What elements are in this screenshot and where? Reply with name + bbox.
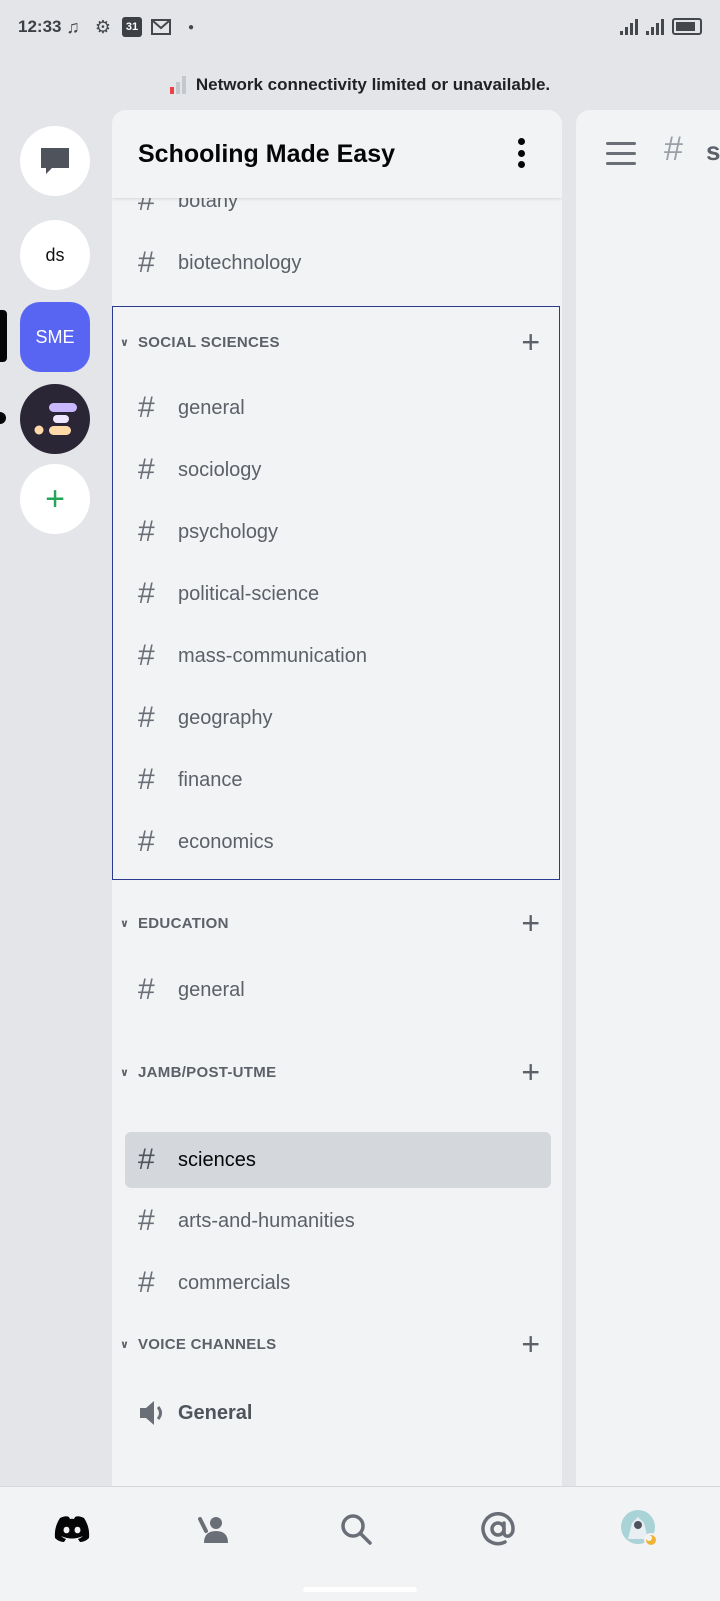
channel-item[interactable]: # finance — [138, 765, 243, 795]
hash-icon: # — [138, 391, 155, 424]
channel-name: general — [178, 978, 245, 1001]
friends-icon[interactable] — [192, 1507, 236, 1551]
hash-icon: # — [138, 825, 155, 858]
dot-icon: ● — [187, 21, 195, 33]
home-indicator[interactable] — [303, 1587, 417, 1592]
direct-messages-icon — [41, 148, 69, 174]
channel-name: economics — [178, 830, 274, 853]
channel-list-panel: Schooling Made Easy # botany # biotechno… — [112, 110, 562, 1486]
hash-icon: # — [138, 639, 155, 672]
hash-icon: # — [138, 1266, 155, 1299]
channel-name: finance — [178, 768, 243, 791]
server-logo-icon — [34, 403, 77, 435]
channel-name: general — [178, 396, 245, 419]
voice-channel-name: General — [178, 1401, 253, 1424]
bottom-navigation — [0, 1486, 720, 1601]
channel-name: mass-communication — [178, 644, 367, 667]
mail-icon — [150, 16, 172, 38]
signal-icon — [620, 18, 638, 35]
status-bar: 12:33 ♫ ⚙ 31 ● — [0, 0, 720, 56]
server-ds-label: ds — [45, 244, 65, 265]
profile-avatar-icon[interactable] — [618, 1507, 662, 1551]
category-name: JAMB/POST-UTME — [138, 1063, 277, 1081]
channel-name: psychology — [178, 520, 279, 543]
channel-item[interactable]: # mass-communication — [138, 641, 367, 671]
hash-icon: # — [138, 246, 155, 279]
channel-item[interactable]: # psychology — [138, 517, 278, 547]
more-options-icon[interactable] — [516, 138, 526, 168]
channel-item-selected[interactable]: # sciences — [138, 1145, 256, 1175]
category-header[interactable]: ∨ VOICE CHANNELS — [120, 1332, 276, 1356]
add-server-icon: + — [45, 480, 65, 518]
discord-home-icon[interactable] — [50, 1507, 94, 1551]
channel-name: biotechnology — [178, 251, 302, 274]
channel-item[interactable]: # general — [138, 975, 245, 1005]
battery-icon — [672, 18, 702, 35]
category-name: SOCIAL SCIENCES — [138, 333, 280, 351]
category-name: EDUCATION — [138, 914, 229, 932]
server-sme-label: SME — [35, 326, 75, 347]
hash-icon: # — [138, 1204, 155, 1237]
chevron-down-icon: ∨ — [120, 1338, 130, 1351]
hash-icon: # — [138, 577, 155, 610]
unread-indicator — [0, 412, 6, 424]
hash-icon: # — [664, 130, 683, 168]
hash-icon: # — [138, 973, 155, 1006]
add-channel-icon[interactable]: + — [521, 326, 540, 358]
signal-icon — [646, 18, 664, 35]
selected-server-indicator — [0, 310, 7, 362]
channel-title-peek: s — [706, 136, 720, 166]
network-warning-icon — [169, 76, 186, 94]
channel-item[interactable]: # commercials — [138, 1268, 290, 1298]
add-channel-icon[interactable]: + — [521, 1056, 540, 1088]
status-time: 12:33 — [18, 17, 62, 36]
channel-item[interactable]: # geography — [138, 703, 273, 733]
server-header[interactable]: Schooling Made Easy — [112, 110, 562, 198]
channel-name: sciences — [178, 1148, 256, 1171]
network-banner-text: Network connectivity limited or unavaila… — [195, 75, 551, 94]
search-icon[interactable] — [334, 1507, 378, 1551]
hamburger-menu-icon[interactable] — [606, 142, 636, 165]
mentions-icon[interactable] — [476, 1507, 520, 1551]
channel-name: commercials — [178, 1271, 291, 1294]
chevron-down-icon: ∨ — [120, 1066, 130, 1079]
chevron-down-icon: ∨ — [120, 917, 130, 930]
add-channel-icon[interactable]: + — [521, 1328, 540, 1360]
voice-channel-item[interactable]: General — [138, 1398, 252, 1428]
hash-icon: # — [138, 763, 155, 796]
channel-name: geography — [178, 706, 273, 729]
direct-messages-button[interactable] — [20, 126, 90, 196]
category-name: VOICE CHANNELS — [138, 1335, 277, 1353]
category-header[interactable]: ∨ EDUCATION — [120, 911, 229, 935]
channel-item[interactable]: # arts-and-humanities — [138, 1206, 355, 1236]
channel-name: political-science — [178, 582, 320, 605]
hash-icon: # — [138, 515, 155, 548]
chevron-down-icon: ∨ — [120, 336, 130, 349]
server-logo[interactable] — [20, 384, 90, 454]
channel-name: arts-and-humanities — [178, 1209, 355, 1232]
channel-item[interactable]: # political-science — [138, 579, 319, 609]
hash-icon: # — [138, 701, 155, 734]
channel-name: sociology — [178, 458, 262, 481]
server-sme[interactable]: SME — [20, 302, 90, 372]
channel-item[interactable]: # economics — [138, 827, 274, 857]
server-ds[interactable]: ds — [20, 220, 90, 290]
category-header[interactable]: ∨ JAMB/POST-UTME — [120, 1060, 276, 1084]
hash-icon: # — [138, 1143, 155, 1176]
network-banner: Network connectivity limited or unavaila… — [0, 70, 720, 100]
calendar-icon: 31 — [122, 17, 142, 37]
server-name: Schooling Made Easy — [138, 140, 396, 168]
chat-panel-peek[interactable]: # s — [576, 110, 720, 1486]
hash-icon: # — [138, 453, 155, 486]
speaker-icon — [140, 1401, 162, 1425]
channel-item[interactable]: # general — [138, 393, 245, 423]
add-server-button[interactable]: + — [20, 464, 90, 534]
gear-icon: ⚙ — [94, 16, 112, 37]
channel-item[interactable]: # biotechnology — [138, 248, 301, 278]
add-channel-icon[interactable]: + — [521, 907, 540, 939]
music-note-icon: ♫ — [66, 16, 80, 37]
category-header[interactable]: ∨ SOCIAL SCIENCES — [120, 330, 280, 354]
channel-item[interactable]: # sociology — [138, 455, 261, 485]
